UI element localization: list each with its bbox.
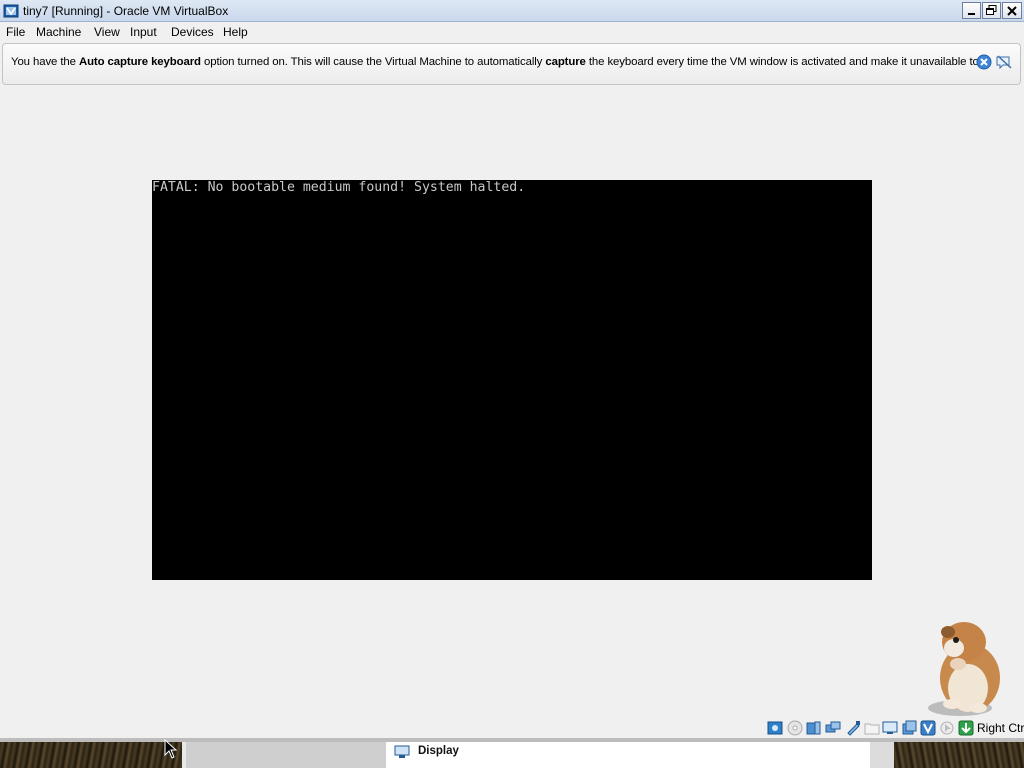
auto-capture-notification: You have the Auto capture keyboard optio…	[2, 43, 1021, 85]
host-window-edge	[182, 742, 386, 768]
video-capture-icon[interactable]	[901, 720, 917, 736]
close-icon	[1007, 5, 1017, 16]
host-window-edge	[870, 742, 894, 768]
notification-message: You have the Auto capture keyboard optio…	[11, 56, 979, 68]
notification-bold-part: capture	[545, 56, 586, 68]
notification-text-part: option turned on. This will cause the Vi…	[200, 56, 546, 68]
virtualbox-icon	[3, 4, 19, 18]
menu-machine[interactable]: Machine	[36, 25, 81, 39]
usb-icon[interactable]	[845, 720, 861, 736]
display-icon[interactable]	[882, 720, 898, 736]
host-desktop-strip: Display	[0, 738, 1024, 768]
menu-devices[interactable]: Devices	[171, 25, 214, 39]
host-key-label: Right Ctrl	[977, 721, 1024, 735]
notification-text-part: the keyboard every time the VM window is…	[585, 56, 979, 68]
minimize-button[interactable]	[962, 2, 981, 19]
status-bar: Right Ctrl	[0, 718, 1024, 738]
boot-error-message: FATAL: No bootable medium found! System …	[152, 180, 526, 195]
close-circle-icon[interactable]	[976, 54, 992, 70]
notification-bold-part: Auto capture keyboard	[78, 56, 201, 68]
minimize-icon	[967, 12, 975, 15]
title-bar[interactable]: tiny7 [Running] - Oracle VM VirtualBox	[0, 0, 1024, 22]
display-section-label[interactable]: Display	[418, 745, 459, 757]
optical-drive-icon[interactable]	[787, 720, 803, 736]
notification-text-part: You have the	[11, 56, 79, 68]
hamster-mascot	[928, 622, 1000, 716]
host-settings-panel: Display	[386, 742, 870, 768]
shared-folders-icon[interactable]	[864, 720, 880, 736]
do-not-show-again-icon[interactable]	[995, 54, 1013, 70]
host-wallpaper	[0, 742, 182, 768]
window-title: tiny7 [Running] - Oracle VM VirtualBox	[23, 4, 229, 18]
mouse-cursor-icon	[164, 739, 178, 759]
display-icon	[394, 745, 410, 758]
restore-icon	[986, 5, 997, 15]
vm-display[interactable]: FATAL: No bootable medium found! System …	[152, 180, 872, 580]
menu-file[interactable]: File	[6, 25, 25, 39]
menu-view[interactable]: View	[94, 25, 120, 39]
menu-help[interactable]: Help	[223, 25, 248, 39]
mouse-integration-icon[interactable]	[939, 720, 955, 736]
hard-disk-icon[interactable]	[767, 720, 783, 736]
keyboard-capture-icon[interactable]	[958, 720, 974, 736]
audio-icon[interactable]	[806, 720, 822, 736]
network-icon[interactable]	[825, 720, 841, 736]
menu-bar: File Machine View Input Devices Help	[0, 22, 1024, 42]
close-button[interactable]	[1002, 2, 1022, 19]
restore-button[interactable]	[982, 2, 1001, 19]
menu-input[interactable]: Input	[130, 25, 157, 39]
virtualization-icon[interactable]	[920, 720, 936, 736]
